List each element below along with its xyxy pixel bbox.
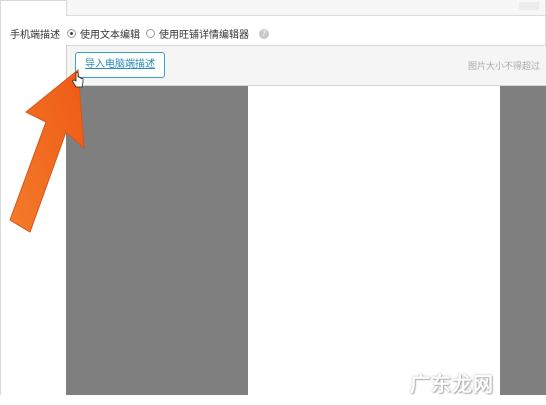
radio-text-editor-dot[interactable] <box>67 29 76 38</box>
canvas-page[interactable] <box>248 86 500 395</box>
top-editor-panel <box>66 0 546 16</box>
arrow-shape <box>9 69 85 233</box>
hand-cursor-icon <box>72 72 84 88</box>
description-mode-radio-group: 使用文本编辑 使用旺铺详情编辑器 ? <box>67 26 269 41</box>
editor-toolbar: 导入电脑端描述 图片大小不得超过 <box>66 45 546 86</box>
radio-text-editor[interactable]: 使用文本编辑 <box>67 26 140 41</box>
radio-shop-detail-editor[interactable]: 使用旺铺详情编辑器 <box>146 26 249 41</box>
watermark-text: 广东龙网 <box>410 372 494 396</box>
help-icon[interactable]: ? <box>259 28 269 39</box>
top-panel-scrollbar[interactable] <box>519 2 539 10</box>
orange-pointer-arrow-icon <box>9 69 85 233</box>
radio-text-editor-label: 使用文本编辑 <box>80 30 140 41</box>
radio-shop-detail-editor-label: 使用旺铺详情编辑器 <box>159 30 249 41</box>
editor-canvas[interactable] <box>66 86 546 395</box>
mobile-description-label: 手机端描述 <box>10 30 60 41</box>
radio-shop-detail-editor-dot[interactable] <box>146 29 155 38</box>
image-size-hint: 图片大小不得超过 <box>468 62 541 72</box>
